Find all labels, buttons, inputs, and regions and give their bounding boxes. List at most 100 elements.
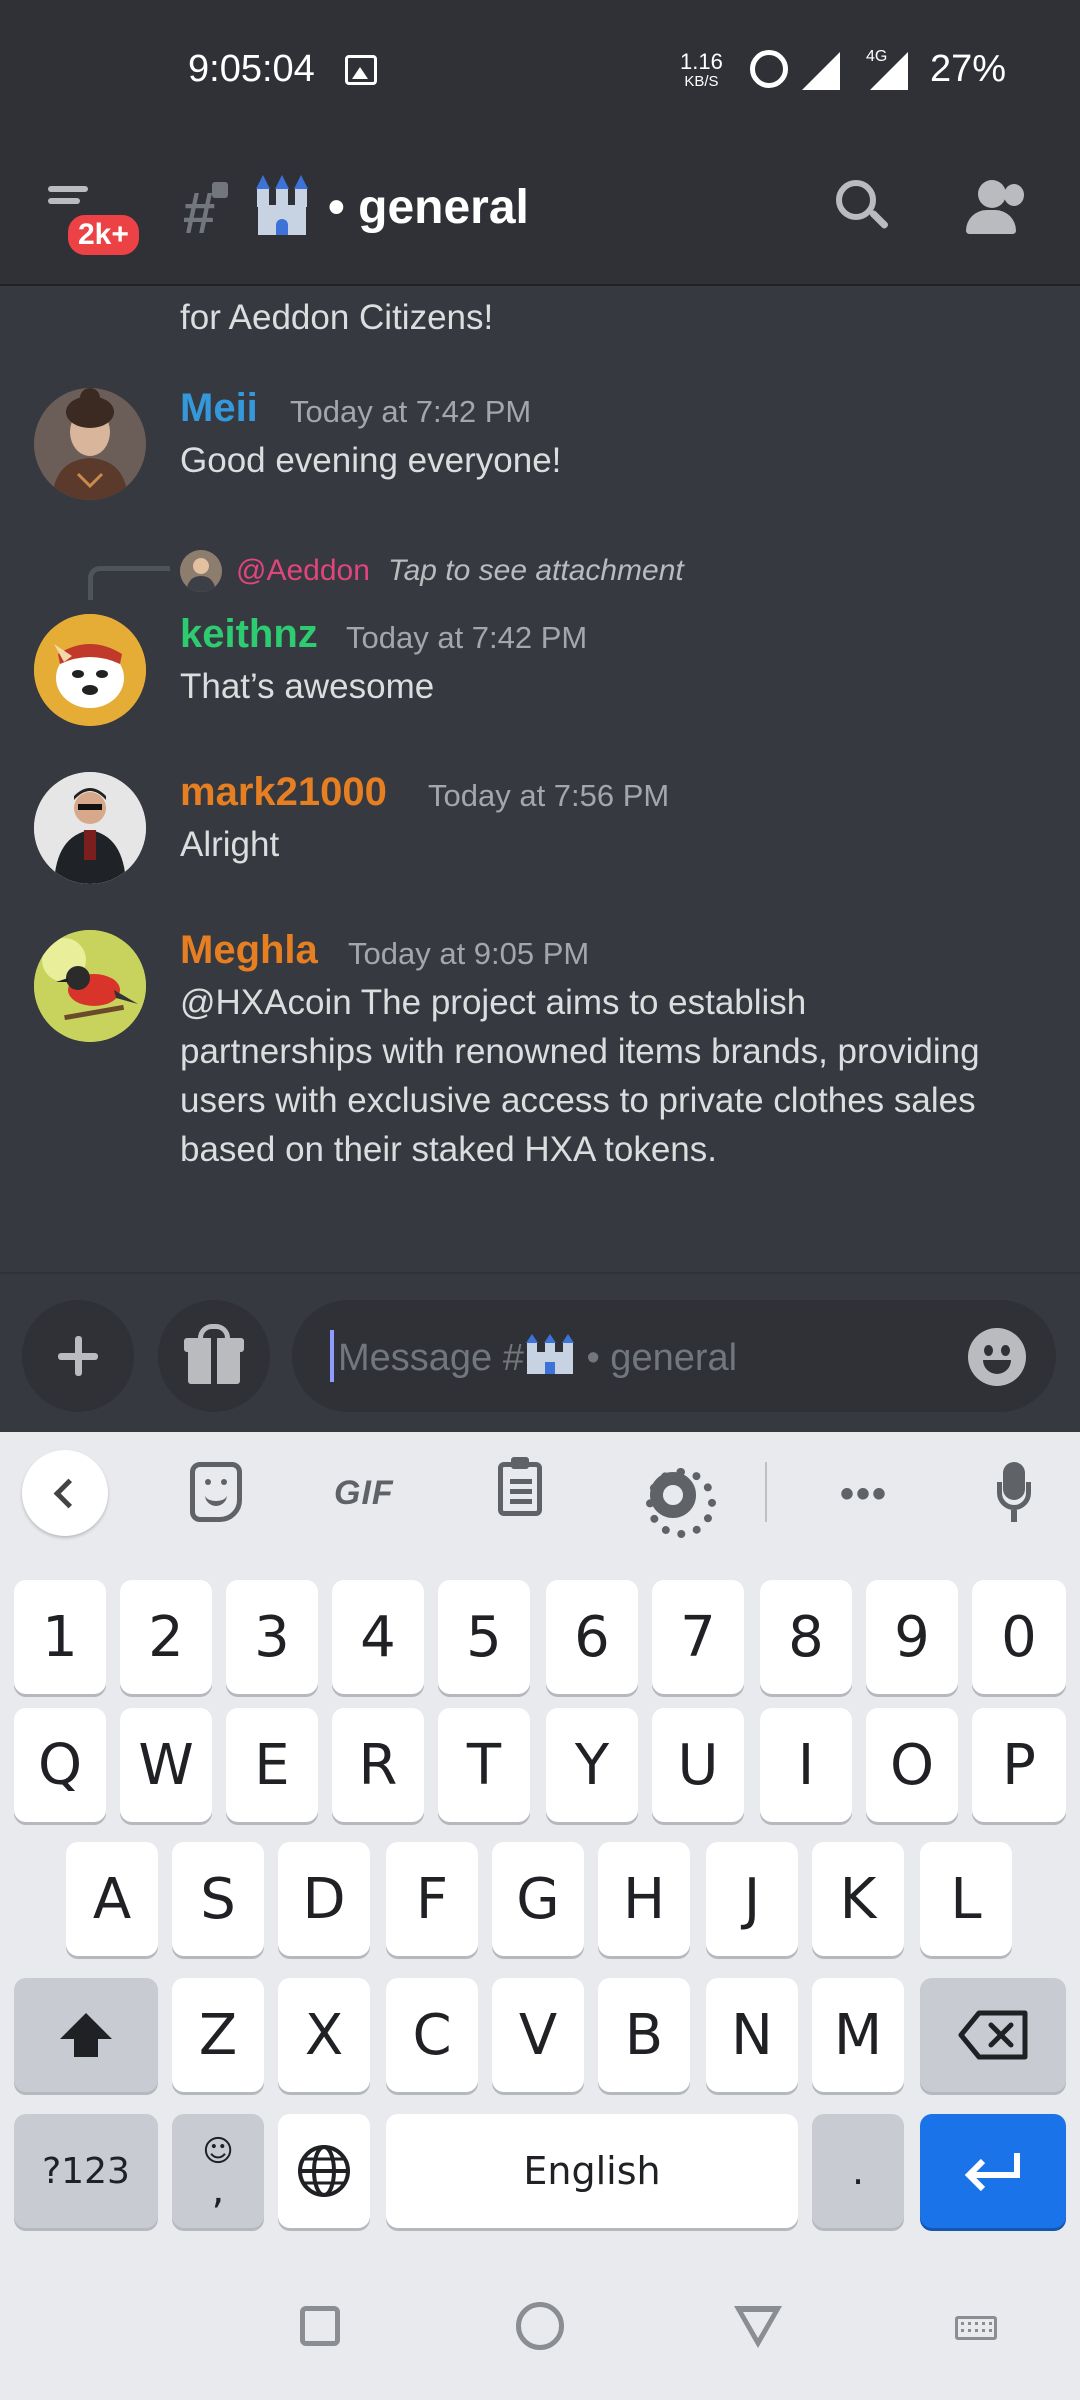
key-u[interactable]: U — [652, 1708, 744, 1822]
avatar[interactable] — [34, 614, 146, 726]
system-navigation-bar — [0, 2282, 1080, 2400]
chevron-left-icon[interactable] — [22, 1450, 108, 1536]
reply-avatar — [180, 550, 222, 592]
key-n[interactable]: N — [706, 1978, 798, 2092]
key-8[interactable]: 8 — [760, 1580, 852, 1694]
key-f[interactable]: F — [386, 1842, 478, 1956]
add-attachment-button[interactable] — [22, 1300, 134, 1412]
backspace-icon — [958, 2010, 1028, 2060]
status-time: 9:05:04 — [188, 48, 315, 90]
key-1[interactable]: 1 — [14, 1580, 106, 1694]
key-g[interactable]: G — [492, 1842, 584, 1956]
gear-icon[interactable] — [646, 1468, 716, 1538]
avatar[interactable] — [34, 930, 146, 1042]
key-c[interactable]: C — [386, 1978, 478, 2092]
key-o[interactable]: O — [866, 1708, 958, 1822]
members-icon[interactable] — [962, 180, 1026, 236]
key-4[interactable]: 4 — [332, 1580, 424, 1694]
reply-preview[interactable]: Tap to see attachment — [388, 554, 684, 588]
shift-key[interactable] — [14, 1978, 158, 2092]
hamburger-menu-line — [48, 198, 80, 204]
key-9[interactable]: 9 — [866, 1580, 958, 1694]
message-author[interactable]: keithnz — [180, 612, 318, 657]
keyboard-switch-icon[interactable] — [955, 2316, 997, 2340]
locked-channel-icon: # — [183, 181, 216, 246]
key-5[interactable]: 5 — [438, 1580, 530, 1694]
network-speed: 1.16 KB/S — [680, 51, 723, 92]
key-s[interactable]: S — [172, 1842, 264, 1956]
placeholder-suffix: • general — [575, 1337, 738, 1379]
language-key[interactable] — [278, 2114, 370, 2228]
message-author[interactable]: Meghla — [180, 928, 318, 973]
key-7[interactable]: 7 — [652, 1580, 744, 1694]
key-h[interactable]: H — [598, 1842, 690, 1956]
keyboard-toolbar: GIF ••• — [0, 1432, 1080, 1552]
gif-button[interactable]: GIF — [334, 1474, 394, 1534]
clipboard-icon[interactable] — [498, 1457, 542, 1516]
key-k[interactable]: K — [812, 1842, 904, 1956]
key-b[interactable]: B — [598, 1978, 690, 2092]
microphone-icon[interactable] — [997, 1462, 1033, 1528]
castle-emoji — [524, 1334, 576, 1374]
message-author[interactable]: mark21000 — [180, 770, 387, 815]
key-3[interactable]: 3 — [226, 1580, 318, 1694]
key-q[interactable]: Q — [14, 1708, 106, 1822]
message-author[interactable]: Meii — [180, 386, 258, 431]
key-2[interactable]: 2 — [120, 1580, 212, 1694]
key-t[interactable]: T — [438, 1708, 530, 1822]
message-timestamp: Today at 7:56 PM — [428, 778, 670, 813]
reply-mention[interactable]: @Aeddon — [236, 554, 370, 588]
more-options-icon[interactable]: ••• — [840, 1472, 888, 1532]
alarm-icon — [750, 50, 788, 88]
gift-button[interactable] — [158, 1300, 270, 1412]
sticker-icon[interactable] — [190, 1462, 242, 1522]
key-z[interactable]: Z — [172, 1978, 264, 2092]
channel-header: 2k+ # • general — [0, 140, 1080, 286]
space-key[interactable]: English — [386, 2114, 798, 2228]
key-a[interactable]: A — [66, 1842, 158, 1956]
unread-badge: 2k+ — [63, 210, 144, 260]
channel-title[interactable]: • general — [328, 180, 529, 235]
key-j[interactable]: J — [706, 1842, 798, 1956]
avatar[interactable] — [34, 388, 146, 500]
emoji-comma-key[interactable]: ☺ , — [172, 2114, 264, 2228]
image-notification-icon — [345, 55, 377, 85]
key-d[interactable]: D — [278, 1842, 370, 1956]
avatar[interactable] — [34, 772, 146, 884]
network-speed-unit: KB/S — [684, 73, 719, 90]
hamburger-menu-button[interactable]: 2k+ — [48, 182, 144, 260]
message-input[interactable]: Message # • general — [292, 1300, 1056, 1412]
message-timestamp: Today at 7:42 PM — [290, 394, 532, 429]
key-m[interactable]: M — [812, 1978, 904, 2092]
toolbar-divider — [765, 1462, 767, 1522]
recents-button[interactable] — [300, 2306, 340, 2346]
symbols-key[interactable]: ?123 — [14, 2114, 158, 2228]
key-l[interactable]: L — [920, 1842, 1012, 1956]
message-list[interactable]: for Aeddon Citizens! Meii Today at 7:42 … — [0, 288, 1080, 1272]
comma-label: , — [211, 2167, 225, 2213]
key-r[interactable]: R — [332, 1708, 424, 1822]
key-e[interactable]: E — [226, 1708, 318, 1822]
message-timestamp: Today at 9:05 PM — [348, 936, 590, 971]
back-button[interactable] — [734, 2306, 782, 2348]
emoji-picker-icon[interactable] — [968, 1328, 1026, 1386]
emoji-icon: ☺ — [202, 2134, 234, 2169]
home-button[interactable] — [516, 2302, 564, 2350]
key-x[interactable]: X — [278, 1978, 370, 2092]
enter-icon — [964, 2153, 1020, 2192]
key-i[interactable]: I — [760, 1708, 852, 1822]
reply-connector — [88, 566, 170, 600]
search-icon[interactable] — [836, 180, 890, 236]
key-w[interactable]: W — [120, 1708, 212, 1822]
key-0[interactable]: 0 — [972, 1580, 1066, 1694]
key-6[interactable]: 6 — [546, 1580, 638, 1694]
enter-key[interactable] — [920, 2114, 1066, 2228]
key-y[interactable]: Y — [546, 1708, 638, 1822]
key-p[interactable]: P — [972, 1708, 1066, 1822]
key-v[interactable]: V — [492, 1978, 584, 2092]
message-line: partnerships with renowned items brands,… — [180, 1032, 980, 1071]
battery-level: 27% — [930, 48, 1007, 90]
backspace-key[interactable] — [920, 1978, 1066, 2092]
period-key[interactable]: . — [812, 2114, 904, 2228]
signal-4g-icon — [870, 52, 908, 90]
